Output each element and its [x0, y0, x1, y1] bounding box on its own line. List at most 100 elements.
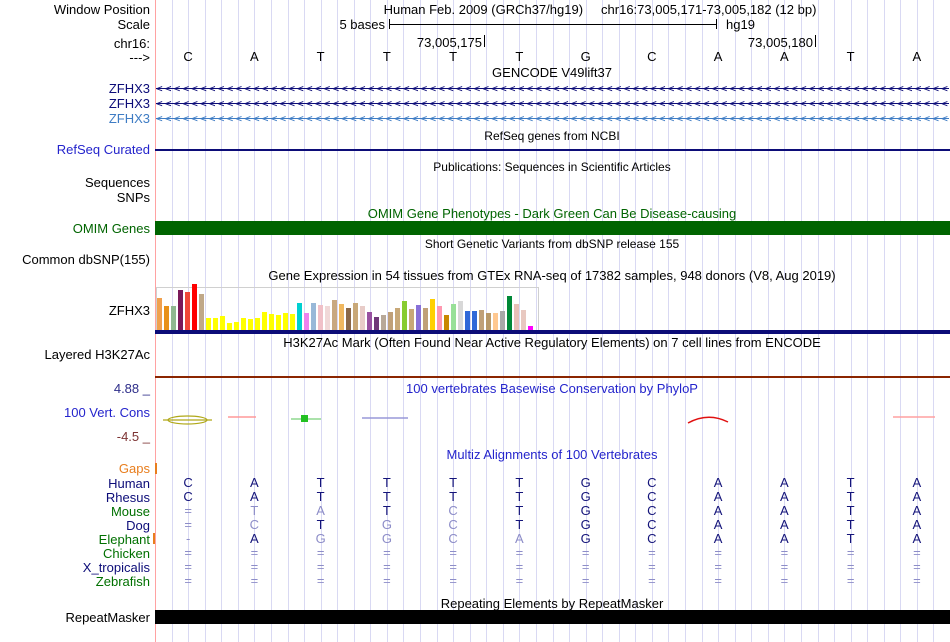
alignment-base: = — [515, 545, 524, 560]
alignment-base: A — [912, 531, 922, 546]
alignment-base: T — [382, 489, 391, 504]
alignment-base: G — [381, 531, 392, 546]
genome-browser-canvas: Window Position Human Feb. 2009 (GRCh37/… — [0, 0, 950, 642]
alignment-base: C — [448, 517, 458, 532]
alignment-base: T — [846, 475, 855, 490]
alignment-base: G — [315, 531, 326, 546]
alignment-base: A — [912, 475, 922, 490]
alignment-base: = — [250, 545, 259, 560]
alignment-base: = — [581, 559, 590, 574]
alignment-base: T — [449, 475, 458, 490]
species-label-human: Human — [108, 476, 150, 491]
species-label-dog: Dog — [126, 518, 150, 533]
alignment-base: C — [249, 517, 260, 532]
alignment-base: C — [448, 503, 458, 518]
alignment-base: = — [184, 545, 192, 560]
alignment-base: C — [183, 475, 193, 490]
alignment-base: T — [515, 503, 524, 518]
alignment-base: T — [515, 517, 524, 532]
alignment-base: T — [846, 531, 855, 546]
alignment-base: A — [912, 489, 922, 504]
alignment-base: = — [913, 545, 921, 560]
alignment-base: A — [912, 517, 922, 532]
alignment-base: = — [648, 545, 656, 560]
alignment-base: = — [515, 573, 524, 588]
alignment-base: T — [846, 489, 855, 504]
alignment-row-rhesus[interactable]: CATTTTGCAATA — [155, 490, 950, 504]
alignment-base: A — [250, 531, 259, 546]
alignment-base: = — [449, 545, 457, 560]
alignment-base: = — [184, 559, 192, 574]
alignment-base: = — [581, 545, 590, 560]
alignment-base: = — [449, 559, 457, 574]
alignment-base: = — [648, 559, 656, 574]
species-label-chicken: Chicken — [103, 546, 150, 561]
alignment-base: T — [515, 475, 524, 490]
alignment-base: A — [780, 503, 789, 518]
alignment-base: A — [316, 503, 325, 518]
alignment-row-zebrafish[interactable]: = = = = = = = = = = = = — [155, 574, 950, 588]
alignment-base: = — [250, 573, 259, 588]
alignment-base: T — [515, 489, 524, 504]
alignment-base: A — [515, 531, 524, 546]
alignment-base: = — [316, 559, 325, 574]
alignment-base: = — [316, 573, 325, 588]
alignment-base: A — [250, 489, 259, 504]
alignment-base: T — [846, 517, 855, 532]
alignment-base: A — [780, 489, 789, 504]
alignment-base: G — [580, 489, 591, 504]
alignment-base: = — [648, 573, 656, 588]
alignment-row-dog[interactable]: = C T G C T G C A A T A — [155, 518, 950, 532]
alignment-base: = — [184, 573, 192, 588]
alignment-base: = — [846, 559, 855, 574]
alignment-base: A — [713, 517, 723, 532]
alignment-base: C — [183, 489, 193, 504]
alignment-base: G — [580, 475, 591, 490]
alignment-base: T — [316, 475, 325, 490]
alignment-base: = — [383, 559, 391, 574]
alignment-base: = — [383, 573, 391, 588]
species-label-mouse: Mouse — [110, 504, 150, 519]
alignment-base: C — [647, 475, 657, 490]
alignment-row-chicken[interactable]: = = = = = = = = = = = = — [155, 546, 950, 560]
multiz-title: Multiz Alignments of 100 Vertebrates — [446, 447, 658, 462]
alignment-base: C — [448, 531, 458, 546]
alignment-base: = — [780, 573, 789, 588]
alignment-base: G — [580, 531, 591, 546]
species-label-zebrafish: Zebrafish — [95, 574, 150, 589]
alignment-row-human[interactable]: CATTTTGCAATA — [155, 476, 950, 490]
repeatmasker-bar[interactable] — [155, 610, 950, 624]
alignment-base: = — [714, 559, 722, 574]
alignment-base: - — [185, 531, 191, 546]
alignment-base: C — [647, 517, 657, 532]
alignment-base: = — [714, 573, 722, 588]
species-label-x_tropicalis: X_tropicalis — [82, 560, 150, 575]
alignment-base: A — [713, 531, 723, 546]
alignment-base: C — [647, 503, 657, 518]
alignment-base: = — [316, 545, 325, 560]
alignment-base: = — [714, 545, 722, 560]
alignment-base: T — [846, 503, 855, 518]
alignment-base: T — [316, 489, 325, 504]
alignment-base: A — [780, 517, 789, 532]
alignment-base: = — [913, 559, 921, 574]
alignment-base: A — [713, 475, 723, 490]
alignment-base: C — [647, 489, 657, 504]
alignment-base: A — [780, 475, 789, 490]
alignment-base: = — [383, 545, 391, 560]
alignment-base: T — [382, 475, 391, 490]
alignment-base: T — [449, 489, 458, 504]
alignment-base: G — [580, 517, 591, 532]
alignment-row-x_tropicalis[interactable]: = = = = = = = = = = = = — [155, 560, 950, 574]
alignment-base: = — [184, 503, 192, 518]
alignment-row-mouse[interactable]: = T A T C T G C A A T A — [155, 504, 950, 518]
alignment-row-elephant[interactable]: -AGGCAGCAATA — [155, 532, 950, 546]
gaps-tick — [155, 463, 157, 474]
alignment-base: = — [913, 573, 921, 588]
alignment-base: = — [846, 545, 855, 560]
alignment-base: G — [381, 517, 392, 532]
alignment-base: A — [780, 531, 789, 546]
repeatmasker-title: Repeating Elements by RepeatMasker — [440, 596, 664, 611]
alignment-base: A — [713, 489, 723, 504]
alignment-base: A — [912, 503, 922, 518]
